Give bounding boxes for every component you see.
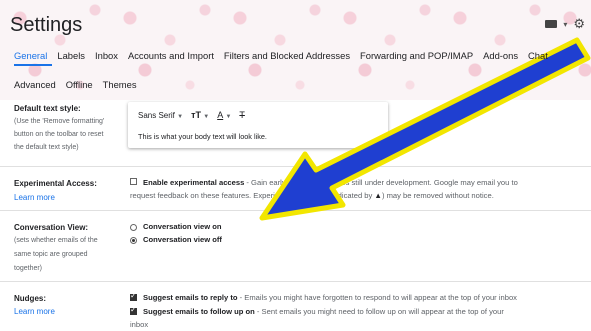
tab-inbox[interactable]: Inbox xyxy=(95,50,118,61)
tab-forwarding[interactable]: Forwarding and POP/IMAP xyxy=(360,50,473,61)
experimental-option-label: Enable experimental access xyxy=(143,178,245,187)
suggest-followup-text-2: inbox xyxy=(130,320,149,329)
experimental-description: - Gain early access to features still un… xyxy=(244,178,518,187)
keyboard-icon[interactable] xyxy=(545,20,558,28)
tab-addons[interactable]: Add-ons xyxy=(483,50,518,61)
conversation-view-desc-3: together) xyxy=(14,265,43,272)
tab-chat[interactable]: Chat xyxy=(528,50,548,61)
header-icons: ▾ ⚙ xyxy=(545,16,585,32)
conversation-view-off-label: Conversation view off xyxy=(143,235,222,244)
default-text-style-desc-3: the default text style) xyxy=(14,144,79,151)
default-text-style-label: Default text style: xyxy=(14,104,81,113)
chevron-down-icon: ▼ xyxy=(177,113,184,120)
suggest-followup-label: Suggest emails to follow up on xyxy=(143,307,255,316)
section-divider xyxy=(0,210,591,211)
conversation-view-off-text: Conversation view off xyxy=(143,235,222,244)
experimental-access-text-2: request feedback on these features. Expe… xyxy=(130,191,494,200)
default-text-style-desc-2: button on the toolbar to reset xyxy=(14,131,104,138)
text-size-icon: тT xyxy=(191,110,201,120)
experimental-learn-more-link[interactable]: Learn more xyxy=(14,193,55,202)
size-button[interactable]: тT ▼ xyxy=(191,110,209,120)
tab-themes[interactable]: Themes xyxy=(103,79,137,90)
chevron-down-icon: ▼ xyxy=(225,114,232,120)
conversation-view-label: Conversation View: xyxy=(14,223,89,232)
suggest-reply-checkbox[interactable] xyxy=(130,291,137,301)
conversation-view-desc-2: same topic are grouped xyxy=(14,251,88,258)
active-tab-indicator xyxy=(14,64,52,66)
conversation-view-on-label: Conversation view on xyxy=(143,222,222,231)
default-text-style-desc-1: (Use the 'Remove formatting' xyxy=(14,118,105,125)
tab-accounts-import[interactable]: Accounts and Import xyxy=(128,50,214,61)
suggest-reply-text: Suggest emails to reply to - Emails you … xyxy=(143,293,517,302)
font-select[interactable]: Sans Serif ▼ xyxy=(138,111,183,120)
experimental-access-label: Experimental Access: xyxy=(14,179,97,188)
chevron-down-icon: ▼ xyxy=(203,114,210,120)
experimental-description-3: ) may be removed without notice. xyxy=(381,191,494,200)
experimental-access-checkbox[interactable] xyxy=(130,178,137,185)
conversation-view-off-radio[interactable] xyxy=(130,237,137,244)
settings-tabs: General Labels Inbox Accounts and Import… xyxy=(14,50,548,61)
formatting-toolbar: Sans Serif ▼ тT ▼ A ▼ T xyxy=(138,110,245,120)
sample-text: This is what your body text will look li… xyxy=(138,132,267,141)
page-title: Settings xyxy=(10,14,83,36)
chevron-down-icon[interactable]: ▾ xyxy=(563,20,567,29)
settings-tabs-row2: Advanced Offline Themes xyxy=(14,79,137,90)
tab-advanced[interactable]: Advanced xyxy=(14,79,56,90)
font-name: Sans Serif xyxy=(138,110,175,120)
tab-general[interactable]: General xyxy=(14,50,47,61)
experimental-flask-icon: ▲ xyxy=(374,191,382,200)
experimental-access-text: Enable experimental access - Gain early … xyxy=(143,178,518,187)
suggest-reply-description: - Emails you might have forgotten to res… xyxy=(237,293,517,302)
nudges-label: Nudges: xyxy=(14,294,46,303)
tab-offline[interactable]: Offline xyxy=(66,79,93,90)
suggest-followup-description: - Sent emails you might need to follow u… xyxy=(254,307,504,316)
conversation-view-on-text: Conversation view on xyxy=(143,222,222,231)
nudges-learn-more-link[interactable]: Learn more xyxy=(14,307,55,316)
remove-formatting-icon[interactable]: T xyxy=(239,110,245,120)
gear-icon[interactable]: ⚙ xyxy=(573,16,585,32)
section-divider xyxy=(0,166,591,167)
suggest-followup-checkbox[interactable] xyxy=(130,305,137,315)
section-divider xyxy=(0,281,591,282)
text-style-editor: Sans Serif ▼ тT ▼ A ▼ T This is what you… xyxy=(128,102,388,148)
suggest-reply-label: Suggest emails to reply to xyxy=(143,293,238,302)
tab-filters[interactable]: Filters and Blocked Addresses xyxy=(224,50,350,61)
conversation-view-on-radio[interactable] xyxy=(130,224,137,231)
conversation-view-desc-1: (sets whether emails of the xyxy=(14,237,98,244)
color-button[interactable]: A ▼ xyxy=(217,110,231,120)
text-color-icon: A xyxy=(217,110,224,120)
tab-labels[interactable]: Labels xyxy=(57,50,85,61)
suggest-followup-text: Suggest emails to follow up on - Sent em… xyxy=(143,307,504,316)
experimental-description-2: request feedback on these features. Expe… xyxy=(130,191,375,200)
